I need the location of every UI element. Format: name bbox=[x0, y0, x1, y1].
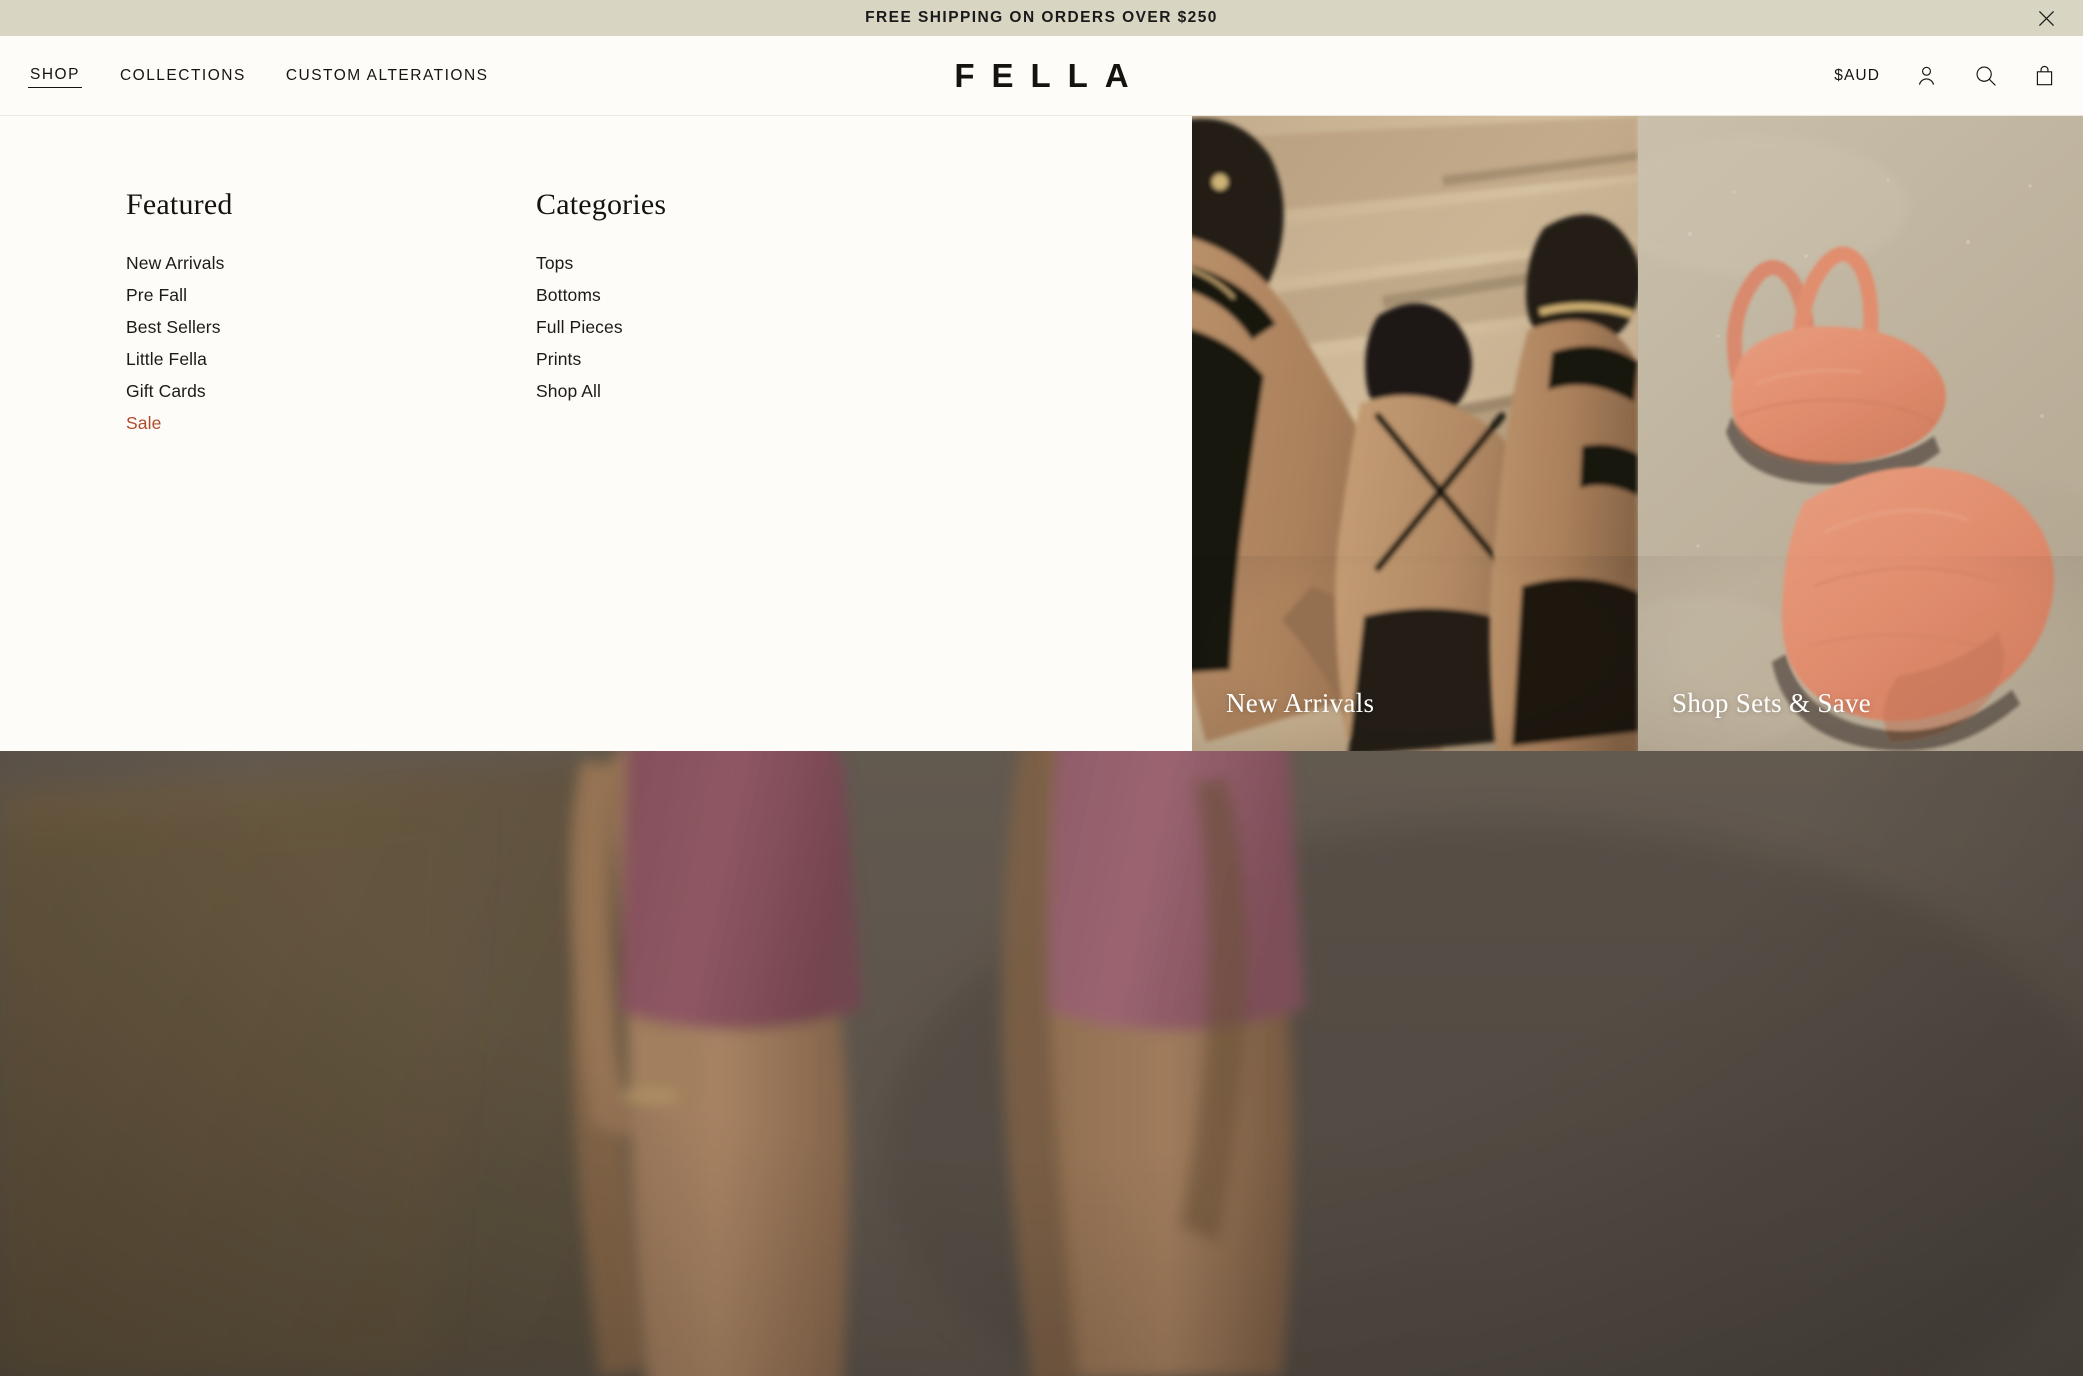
list-item: Tops bbox=[536, 251, 766, 275]
header-utilities: $AUD bbox=[1834, 36, 2057, 115]
menu-column-featured: Featured New Arrivals Pre Fall Best Sell… bbox=[126, 188, 356, 751]
menu-link-little-fella[interactable]: Little Fella bbox=[126, 347, 207, 371]
menu-link-columns: Featured New Arrivals Pre Fall Best Sell… bbox=[0, 116, 1192, 751]
announcement-text: FREE SHIPPING ON ORDERS OVER $250 bbox=[865, 9, 1218, 26]
menu-link-gift-cards[interactable]: Gift Cards bbox=[126, 379, 206, 403]
nav-item-shop[interactable]: SHOP bbox=[28, 63, 82, 88]
account-icon[interactable] bbox=[1913, 63, 1939, 89]
promo-tile-new-arrivals[interactable]: New Arrivals bbox=[1192, 116, 1638, 751]
currency-selector[interactable]: $AUD bbox=[1834, 67, 1880, 85]
page-root: FREE SHIPPING ON ORDERS OVER $250 SHOP C… bbox=[0, 0, 2083, 1376]
menu-link-bottoms[interactable]: Bottoms bbox=[536, 283, 601, 307]
menu-column-categories: Categories Tops Bottoms Full Pieces Prin… bbox=[536, 188, 766, 751]
promo-artwork-coral-set bbox=[1638, 116, 2083, 751]
menu-link-sale[interactable]: Sale bbox=[126, 411, 161, 435]
list-item: Bottoms bbox=[536, 283, 766, 307]
menu-column-heading: Featured bbox=[126, 188, 233, 221]
announcement-bar: FREE SHIPPING ON ORDERS OVER $250 bbox=[0, 0, 2083, 36]
list-item: Little Fella bbox=[126, 347, 356, 371]
menu-link-best-sellers[interactable]: Best Sellers bbox=[126, 315, 221, 339]
list-item: Best Sellers bbox=[126, 315, 356, 339]
promo-artwork-models bbox=[1192, 116, 1638, 751]
featured-link-list: New Arrivals Pre Fall Best Sellers Littl… bbox=[126, 251, 356, 435]
promo-label-new-arrivals: New Arrivals bbox=[1226, 688, 1375, 718]
site-header: SHOP COLLECTIONS CUSTOM ALTERATIONS FELL… bbox=[0, 36, 2083, 116]
menu-link-new-arrivals[interactable]: New Arrivals bbox=[126, 251, 224, 275]
list-item: Pre Fall bbox=[126, 283, 356, 307]
close-icon[interactable] bbox=[2033, 5, 2059, 31]
menu-link-tops[interactable]: Tops bbox=[536, 251, 573, 275]
menu-promo-panels: New Arrivals Shop Sets & Save bbox=[1192, 116, 2083, 751]
shop-mega-menu: Featured New Arrivals Pre Fall Best Sell… bbox=[0, 116, 2083, 751]
site-logo[interactable]: FELLA bbox=[937, 57, 1145, 95]
search-icon[interactable] bbox=[1972, 63, 1998, 89]
list-item: New Arrivals bbox=[126, 251, 356, 275]
menu-link-full-pieces[interactable]: Full Pieces bbox=[536, 315, 623, 339]
promo-tile-shop-sets[interactable]: Shop Sets & Save bbox=[1638, 116, 2083, 751]
menu-link-pre-fall[interactable]: Pre Fall bbox=[126, 283, 187, 307]
list-item: Gift Cards bbox=[126, 379, 356, 403]
cart-icon[interactable] bbox=[2031, 63, 2057, 89]
primary-navigation: SHOP COLLECTIONS CUSTOM ALTERATIONS bbox=[28, 36, 491, 115]
promo-label-shop-sets: Shop Sets & Save bbox=[1672, 688, 1872, 718]
list-item: Sale bbox=[126, 411, 356, 435]
categories-link-list: Tops Bottoms Full Pieces Prints Shop All bbox=[536, 251, 766, 403]
nav-item-collections[interactable]: COLLECTIONS bbox=[118, 64, 248, 88]
menu-link-prints[interactable]: Prints bbox=[536, 347, 581, 371]
menu-link-shop-all[interactable]: Shop All bbox=[536, 379, 601, 403]
menu-column-heading: Categories bbox=[536, 188, 667, 221]
nav-item-custom-alterations[interactable]: CUSTOM ALTERATIONS bbox=[284, 64, 491, 88]
list-item: Prints bbox=[536, 347, 766, 371]
list-item: Full Pieces bbox=[536, 315, 766, 339]
list-item: Shop All bbox=[536, 379, 766, 403]
